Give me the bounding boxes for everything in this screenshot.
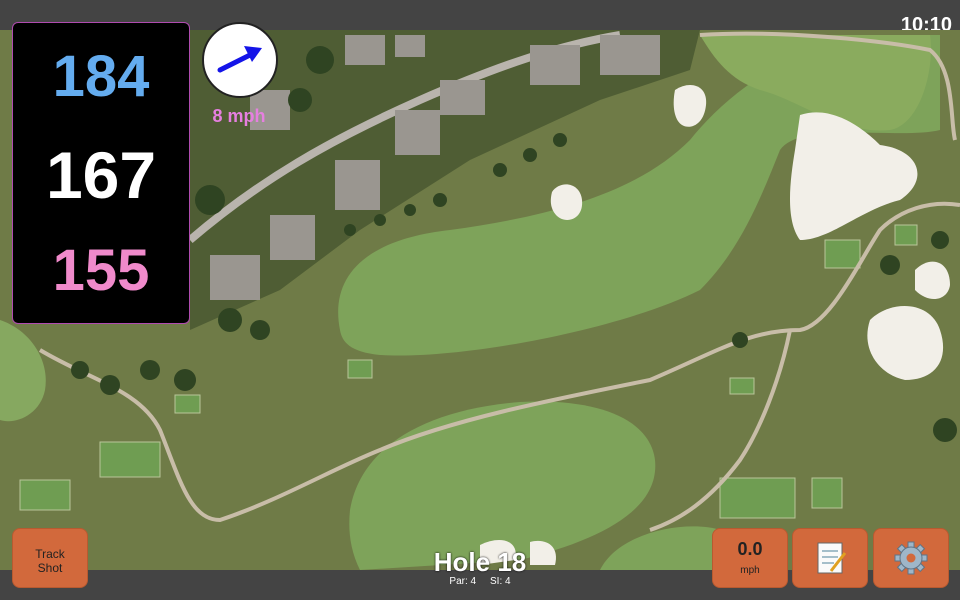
hole-info: Hole 18 Par: 4 SI: 4: [380, 548, 580, 588]
notes-button[interactable]: [792, 528, 868, 588]
center-yardage: 167: [45, 138, 157, 212]
hole-title: Hole 18: [433, 547, 527, 577]
hole-details: Par: 4 SI: 4: [380, 576, 580, 588]
settings-button[interactable]: [873, 528, 949, 588]
wind-speed-button[interactable]: 0.0 mph: [712, 528, 788, 588]
front-yardage: 155: [52, 238, 150, 303]
wind-speed-label: 8 mph: [212, 106, 266, 126]
hole-par: Par: 4: [449, 576, 477, 587]
hole-si: SI: 4: [490, 576, 511, 587]
wind-arrow-icon: [217, 46, 262, 73]
track-shot-button[interactable]: Track Shot: [12, 528, 88, 588]
track-shot-label-line2: Shot: [37, 561, 63, 575]
wind-speed-value: 0.0: [737, 539, 763, 559]
wind-speed-unit: mph: [740, 565, 760, 576]
notepad-icon: [817, 542, 847, 574]
track-shot-label-line1: Track: [35, 547, 65, 561]
gear-icon: [894, 541, 928, 575]
wind-indicator: [202, 22, 278, 98]
back-yardage: 184: [52, 44, 150, 109]
yardage-panel: 184 167 155: [12, 22, 190, 324]
